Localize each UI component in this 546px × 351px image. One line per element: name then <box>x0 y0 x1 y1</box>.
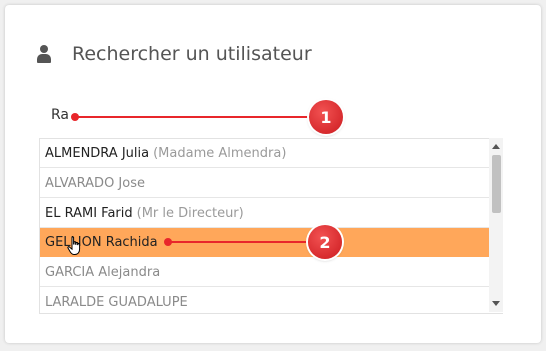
results-list: ALMENDRA Julia (Madame Almendra) ALVARAD… <box>39 138 503 314</box>
list-item-name: ALMENDRA Julia <box>45 145 150 161</box>
list-item[interactable]: GARCIA Alejandra <box>40 258 490 287</box>
panel-header: Rechercher un utilisateur <box>36 40 312 68</box>
scroll-up-icon[interactable] <box>492 144 500 149</box>
scroll-down-icon[interactable] <box>492 301 500 306</box>
list-item-name: LARALDE GUADALUPE <box>45 294 188 310</box>
callout-1-badge: 1 <box>309 100 343 134</box>
search-input[interactable]: Ra <box>51 107 69 123</box>
results-scrollbar[interactable] <box>489 138 503 312</box>
list-item[interactable]: EL RAMI Farid (Mr le Directeur) <box>40 199 490 228</box>
list-item-name: GELLION Rachida <box>45 234 158 250</box>
list-item[interactable]: ALMENDRA Julia (Madame Almendra) <box>40 139 490 168</box>
hand-cursor-icon <box>67 236 81 255</box>
list-item-detail: (Madame Almendra) <box>153 145 287 161</box>
callout-2-line <box>168 241 313 243</box>
list-item[interactable]: ALVARADO Jose <box>40 169 490 198</box>
list-item-name: EL RAMI Farid <box>45 205 133 221</box>
scrollbar-thumb[interactable] <box>492 155 501 213</box>
list-item-name: GARCIA Alejandra <box>45 264 161 280</box>
list-item-name: ALVARADO Jose <box>45 175 145 191</box>
callout-2-badge: 2 <box>308 225 342 259</box>
list-item-detail: (Mr le Directeur) <box>136 205 244 221</box>
list-item[interactable]: LARALDE GUADALUPE <box>40 288 490 313</box>
callout-1-line <box>75 116 315 118</box>
panel-title: Rechercher un utilisateur <box>72 43 312 65</box>
user-icon <box>36 45 52 63</box>
